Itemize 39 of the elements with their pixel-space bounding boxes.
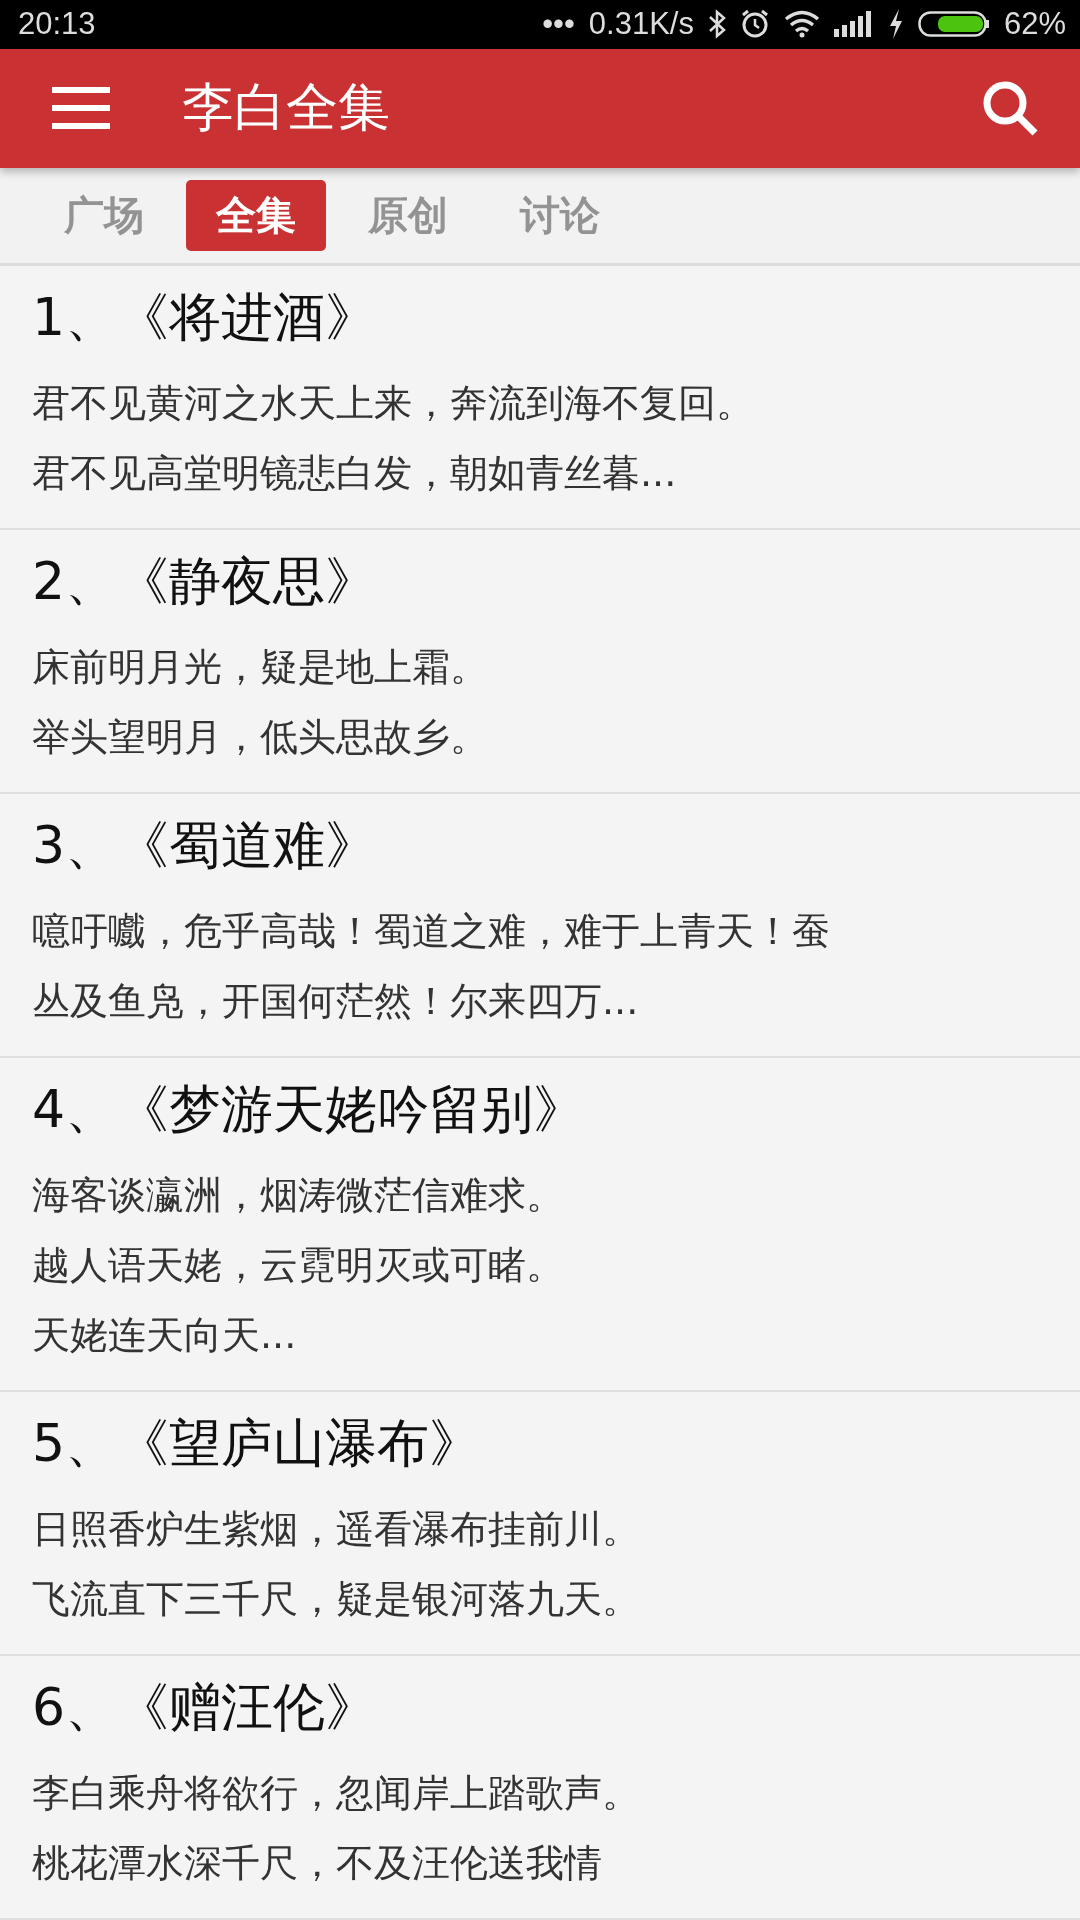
poem-excerpt-line: 床前明月光，疑是地上霜。 xyxy=(32,644,489,691)
poem-excerpt-line: 李白乘舟将欲行，忽闻岸上踏歌声。 xyxy=(32,1770,641,1817)
battery-percent: 62% xyxy=(1003,6,1066,43)
menu-button[interactable] xyxy=(52,87,110,130)
tab[interactable]: 全集 xyxy=(186,180,326,252)
poem-excerpt-line: 飞流直下三千尺，疑是银河落九天。 xyxy=(32,1576,641,1623)
poem-excerpt-line: 君不见黄河之水天上来，奔流到海不复回。 xyxy=(32,380,755,427)
poem-title: 5、《望庐山瀑布》 xyxy=(32,1412,483,1475)
charging-icon xyxy=(887,9,904,40)
poem-item[interactable]: 3、《蜀道难》 噫吁嚱，危乎高哉！蜀道之难，难于上青天！蚕 丛及鱼凫，开国何茫然！尔来四万... xyxy=(0,794,1080,1058)
poem-item[interactable]: 2、《静夜思》 床前明月光，疑是地上霜。 举头望明月，低头思故乡。 xyxy=(0,530,1080,794)
poem-item[interactable]: 5、《望庐山瀑布》 日照香炉生紫烟，遥看瀑布挂前川。 飞流直下三千尺，疑是银河落九天。 xyxy=(0,1392,1080,1656)
app-title: 李白全集 xyxy=(182,76,391,140)
poem-excerpt-line: 丛及鱼凫，开国何茫然！尔来四万... xyxy=(32,978,640,1025)
poem-excerpt-line: 越人语天姥，云霓明灭或可睹。 xyxy=(32,1242,565,1289)
poem-item[interactable]: 1、《将进酒》 君不见黄河之水天上来，奔流到海不复回。 君不见高堂明镜悲白发，朝如青丝暮... xyxy=(0,266,1080,530)
poem-excerpt-line: 噫吁嚱，危乎高哉！蜀道之难，难于上青天！蚕 xyxy=(32,908,831,955)
poem-title: 2、《静夜思》 xyxy=(32,550,379,613)
poem-excerpt-line: 君不见高堂明镜悲白发，朝如青丝暮... xyxy=(32,450,678,497)
poem-item[interactable]: 4、《梦游天姥吟留别》 海客谈瀛洲，烟涛微茫信难求。 越人语天姥，云霓明灭或可睹。 天姥连天向天... xyxy=(0,1058,1080,1392)
notification-dots: ••• xyxy=(542,6,575,43)
poem-excerpt-line: 举头望明月，低头思故乡。 xyxy=(32,714,489,761)
wifi-icon xyxy=(783,10,820,39)
clock: 20:13 xyxy=(18,6,96,43)
signal-icon xyxy=(833,11,874,38)
poem-item[interactable]: 6、《赠汪伦》 李白乘舟将欲行，忽闻岸上踏歌声。 桃花潭水深千尺，不及汪伦送我情 xyxy=(0,1656,1080,1920)
battery-icon xyxy=(917,9,990,40)
bluetooth-icon xyxy=(707,9,726,40)
poem-title: 4、《梦游天姥吟留别》 xyxy=(32,1078,587,1141)
poem-title: 1、《将进酒》 xyxy=(32,286,379,349)
poem-excerpt-line: 海客谈瀛洲，烟涛微茫信难求。 xyxy=(32,1172,565,1219)
poem-title: 6、《赠汪伦》 xyxy=(32,1676,379,1739)
poem-excerpt-line: 日照香炉生紫烟，遥看瀑布挂前川。 xyxy=(32,1506,641,1553)
poem-excerpt-line: 天姥连天向天... xyxy=(32,1312,298,1359)
alarm-icon xyxy=(739,9,770,40)
menu-icon xyxy=(52,87,110,130)
poem-excerpt-line: 桃花潭水深千尺，不及汪伦送我情 xyxy=(32,1840,603,1887)
poem-title: 3、《蜀道难》 xyxy=(32,814,379,877)
network-speed: 0.31K/s xyxy=(588,6,694,43)
